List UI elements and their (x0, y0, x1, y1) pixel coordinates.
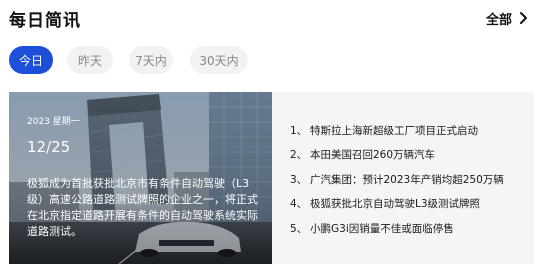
featured-news-card[interactable]: 2023 星期一 12/25 极狐成为首批获批北京市有条件自动驾驶（L3级）高速… (9, 92, 272, 264)
view-all-link[interactable]: 全部 (486, 9, 530, 28)
feature-weekday: 2023 星期一 (27, 117, 80, 127)
list-item-text: 小鹏G3i因销量不佳或面临停售 (310, 222, 454, 235)
list-item[interactable]: 5、 小鹏G3i因销量不佳或面临停售 (290, 216, 534, 241)
list-item[interactable]: 1、 特斯拉上海新超级工厂项目正式启动 (290, 118, 534, 143)
feature-headline: 极狐成为首批获批北京市有条件自动驾驶（L3级）高速公路道路测试牌照的企业之一，将… (27, 177, 258, 238)
tab-7-days[interactable]: 7天内 (129, 46, 173, 74)
list-item-number: 3、 (290, 173, 308, 186)
list-item[interactable]: 2、 本田美国召回260万辆汽车 (290, 143, 534, 168)
tab-today[interactable]: 今日 (9, 46, 53, 74)
date-filter-tabs: 今日 昨天 7天内 30天内 (9, 46, 248, 74)
view-all-label: 全部 (485, 12, 512, 28)
list-item[interactable]: 3、 广汽集团：预计2023年产销均超250万辆 (290, 167, 534, 192)
tab-30-days[interactable]: 30天内 (190, 46, 248, 74)
section-title: 每日简讯 (9, 10, 81, 31)
list-item-number: 5、 (290, 222, 308, 235)
list-item-number: 2、 (290, 149, 308, 162)
list-item-text: 本田美国召回260万辆汽车 (310, 149, 436, 162)
list-item-number: 1、 (290, 124, 308, 137)
tab-yesterday[interactable]: 昨天 (67, 46, 113, 74)
list-item-text: 广汽集团：预计2023年产销均超250万辆 (310, 173, 504, 186)
list-item-text: 特斯拉上海新超级工厂项目正式启动 (310, 124, 478, 137)
daily-brief-header: 每日简讯 全部 (9, 6, 530, 31)
feature-date: 12/25 (27, 138, 71, 156)
list-item-text: 极狐获批北京自动驾驶L3级测试牌照 (310, 198, 481, 211)
news-list: 1、 特斯拉上海新超级工厂项目正式启动 2、 本田美国召回260万辆汽车 3、 … (272, 92, 534, 264)
list-item[interactable]: 4、 极狐获批北京自动驾驶L3级测试牌照 (290, 192, 534, 217)
list-item-number: 4、 (290, 198, 308, 211)
chevron-right-icon (520, 12, 527, 24)
